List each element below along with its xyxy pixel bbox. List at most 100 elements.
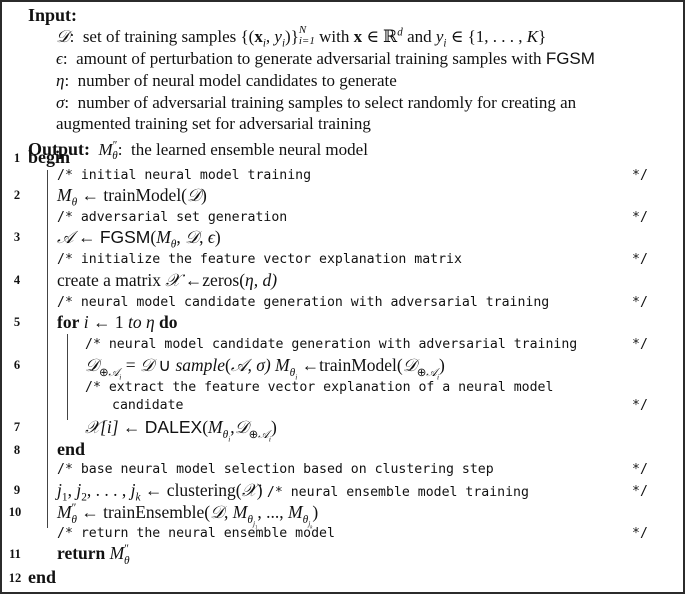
text: ) xyxy=(312,502,319,522)
comment-end: */ xyxy=(632,252,648,267)
fgsm: FGSM xyxy=(545,49,595,68)
arrow: ← xyxy=(76,502,104,522)
line-number: 3 xyxy=(13,230,21,244)
text: ) xyxy=(270,417,277,437)
keyword-begin: begin xyxy=(28,147,71,167)
d-symbol: 𝒟 xyxy=(187,185,201,205)
line-number: 1 xyxy=(13,151,21,165)
func: zeros( xyxy=(202,270,246,290)
line-number: 5 xyxy=(13,315,21,329)
arrow: ← xyxy=(77,185,104,205)
arrow: ← xyxy=(297,355,320,375)
line-number: 4 xyxy=(13,273,21,287)
comment: /* neural model candidate generation wit… xyxy=(57,295,550,310)
input-label: Input: xyxy=(28,5,78,25)
code-line: j1, j2, . . . , jk ← clustering(𝒳) /* ne… xyxy=(57,480,529,504)
text: ) xyxy=(214,227,221,247)
text: = xyxy=(121,355,140,375)
block-line xyxy=(67,334,68,420)
line-number: 7 xyxy=(13,420,21,434)
d-symbol: 𝒟 xyxy=(56,27,70,46)
text: set of training samples {( xyxy=(82,27,255,46)
line-number: 2 xyxy=(13,188,21,202)
comment: /* neural model candidate generation wit… xyxy=(85,337,578,352)
d-symbol: 𝒟 xyxy=(85,355,99,375)
line-number: 11 xyxy=(9,547,21,561)
code-line: create a matrix 𝒳 ←zeros(η, d) xyxy=(57,270,277,290)
d-symbol: 𝒟 xyxy=(210,502,225,522)
x-symbol: x xyxy=(353,27,363,46)
line-number: 9 xyxy=(13,483,21,497)
keyword-return: return xyxy=(57,543,106,563)
d-symbol: 𝒟 xyxy=(185,227,200,247)
line-number: 6 xyxy=(13,358,21,372)
fgsm: FGSM xyxy=(99,227,151,247)
oplus: ⊕ xyxy=(416,366,427,379)
arrow: ← xyxy=(73,227,100,247)
text: ∪ xyxy=(153,355,176,375)
sub: ⊕𝒜i xyxy=(248,428,271,442)
input-sigma: σ: number of adversarial training sample… xyxy=(56,93,576,113)
eps-symbol: ϵ xyxy=(207,227,215,247)
m-symbol: M xyxy=(109,543,125,563)
block-line xyxy=(47,170,48,528)
func: clustering( xyxy=(166,480,242,500)
comment-end: */ xyxy=(632,398,648,413)
input-eta: η: number of neural model candidates to … xyxy=(56,71,397,91)
oplus: ⊕ xyxy=(98,366,109,379)
sup: ″ xyxy=(124,543,129,556)
func: trainModel( xyxy=(319,355,403,375)
index-range: Ni=1 xyxy=(299,25,315,47)
line-number: 10 xyxy=(8,505,22,519)
text: create a matrix xyxy=(57,270,166,290)
text: with xyxy=(314,27,354,46)
eta-symbol: η xyxy=(245,270,254,290)
inline-comment: /* neural ensemble model training xyxy=(266,485,529,500)
sub: θ xyxy=(123,554,130,567)
line-number: 8 xyxy=(13,443,21,457)
comment-end: */ xyxy=(632,526,648,541)
m-symbol: M xyxy=(98,140,113,159)
comment: /* extract the feature vector explanatio… xyxy=(85,380,554,395)
code-line: Mθ ← trainModel(𝒟) xyxy=(57,185,207,208)
code-line: 𝒟⊕𝒜i = 𝒟 ∪ sample(𝒜, σ) Mθi ←trainModel(… xyxy=(85,355,445,380)
sup: ″ xyxy=(71,502,77,515)
m-symbol: M xyxy=(288,502,303,522)
text: , d) xyxy=(253,270,278,290)
a-symbol: 𝒜 xyxy=(426,366,437,379)
comment: /* adversarial set generation xyxy=(57,210,288,225)
a-symbol: 𝒜 xyxy=(108,366,120,379)
output-line: Output: M″θ: the learned ensemble neural… xyxy=(28,139,368,162)
text: number of neural model candidates to gen… xyxy=(77,71,397,90)
text: number of adversarial training samples t… xyxy=(77,93,577,112)
text: ∈ {1, . . . , xyxy=(446,27,527,46)
d-symbol: 𝒟 xyxy=(234,417,249,437)
text: , xyxy=(199,227,208,247)
text: ) xyxy=(439,355,445,375)
comment: /* base neural model selection based on … xyxy=(57,462,494,477)
code-line: return M″θ xyxy=(57,543,130,566)
text: [i] xyxy=(100,417,119,437)
input-sigma-cont: augmented training set for adversarial t… xyxy=(56,114,371,133)
line-number: 12 xyxy=(8,571,22,585)
text: , xyxy=(224,502,233,522)
text: amount of perturbation to generate adver… xyxy=(76,49,546,68)
k-symbol: K xyxy=(526,27,539,46)
text: )} xyxy=(285,27,299,46)
m-symbol: M xyxy=(232,502,248,522)
oplus: ⊕ xyxy=(248,428,259,441)
func: trainModel( xyxy=(103,185,188,205)
input-epsilon: ϵ: amount of perturbation to generate ad… xyxy=(56,49,595,69)
comment-end: */ xyxy=(632,168,648,183)
sub: ⊕𝒜i xyxy=(98,366,121,380)
input-d: 𝒟: set of training samples {(xi, yi)} Ni=… xyxy=(56,25,546,49)
x-matrix-symbol: 𝒳 xyxy=(241,480,257,500)
code-line: 𝒳[i] ← DALEX(Mθi,𝒟⊕𝒜i) xyxy=(85,417,277,443)
keyword-do: do xyxy=(159,312,178,332)
colon: : xyxy=(62,49,68,68)
sub: i=1 xyxy=(298,35,315,48)
comment-end: */ xyxy=(632,337,648,352)
dalex: DALEX xyxy=(144,417,203,437)
text: the learned ensemble neural model xyxy=(130,140,368,159)
arrow: ← xyxy=(180,270,203,290)
